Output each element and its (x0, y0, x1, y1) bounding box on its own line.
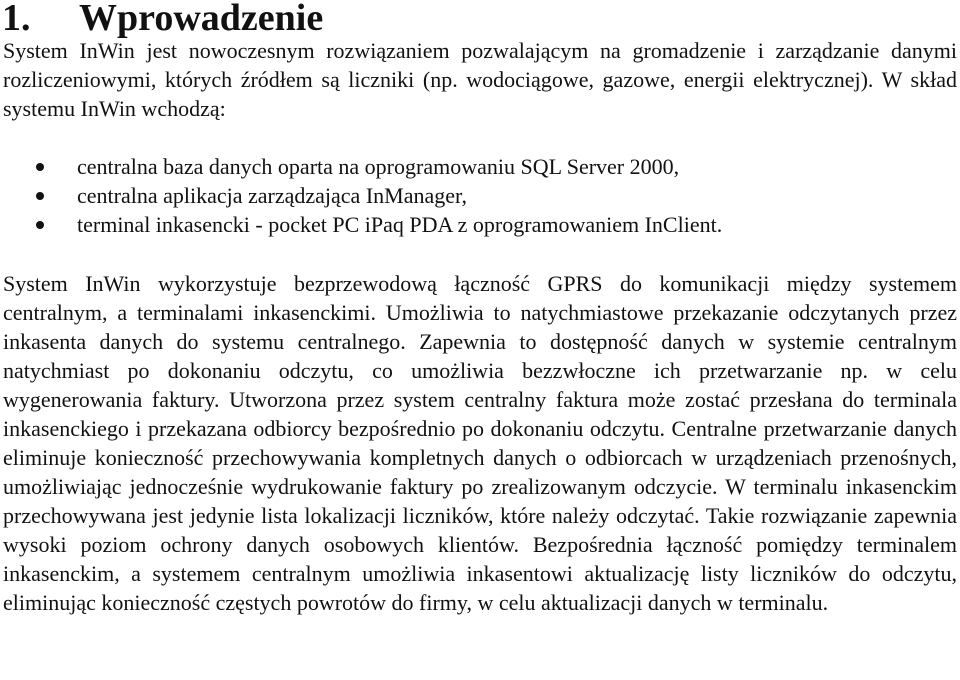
section-title: Wprowadzenie (79, 0, 324, 39)
list-item-text: centralna aplikacja zarządzająca InManag… (77, 183, 467, 208)
document-page: 1. Wprowadzenie System InWin jest nowocze… (0, 0, 960, 680)
section-number: 1. (2, 0, 31, 39)
list-item-text: centralna baza danych oparta na oprogram… (77, 154, 680, 179)
list-item-text: terminal inkasencki - pocket PC iPaq PDA… (77, 212, 723, 237)
intro-paragraph: System InWin jest nowoczesnym rozwiązani… (3, 38, 957, 121)
section-heading: 1. Wprowadzenie (2, 0, 323, 40)
components-list: centralna baza danych oparta na oprogram… (0, 152, 722, 239)
bullet-icon (36, 192, 44, 200)
bullet-icon (36, 163, 44, 171)
list-item: terminal inkasencki - pocket PC iPaq PDA… (0, 210, 722, 239)
bullet-icon (36, 221, 44, 229)
list-item: centralna baza danych oparta na oprogram… (0, 152, 722, 181)
list-item: centralna aplikacja zarządzająca InManag… (0, 181, 722, 210)
description-paragraph: System InWin wykorzystuje bezprzewodową … (3, 271, 957, 615)
